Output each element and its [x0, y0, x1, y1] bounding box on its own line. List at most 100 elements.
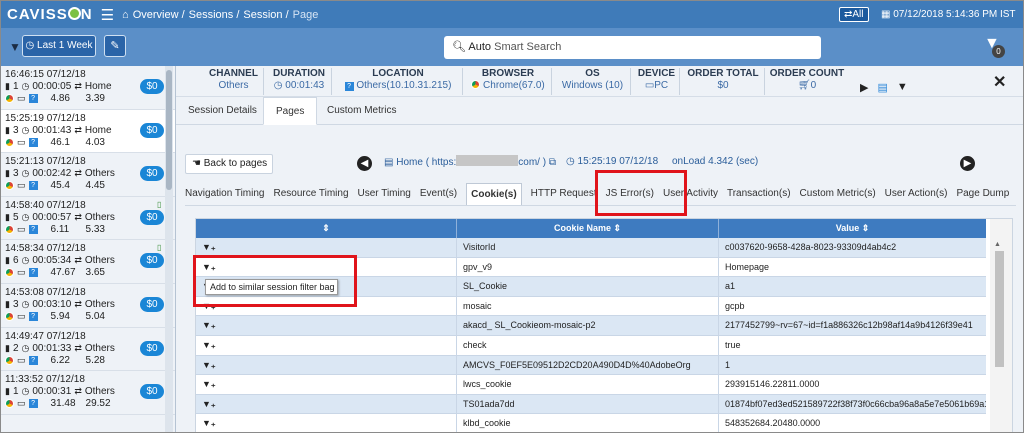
- tab-custom-metrics[interactable]: Custom Metrics: [315, 97, 408, 125]
- breadcrumb: ⌂ Overview / Sessions / Session / Page: [122, 9, 318, 21]
- previous-page-icon[interactable]: ◀: [357, 156, 372, 171]
- scroll-up-icon[interactable]: ▲: [994, 241, 1001, 248]
- back-to-pages-button[interactable]: ☚ Back to pages: [185, 154, 273, 174]
- period-button[interactable]: ◷ Last 1 Week: [22, 35, 96, 57]
- brand-logo: CAVISS N: [7, 6, 93, 23]
- tab-session-details[interactable]: Session Details: [176, 97, 269, 125]
- add-filter-icon[interactable]: ▼₊: [202, 379, 216, 389]
- order-badge[interactable]: $0: [140, 384, 164, 400]
- cookie-name-cell: akacd_ SL_Cookieom-mosaic-p2: [457, 316, 719, 336]
- cookie-name-cell: mosaic: [457, 296, 719, 317]
- hamburger-menu-icon[interactable]: ☰: [101, 6, 114, 24]
- subtab-user-timing[interactable]: User Timing: [358, 188, 411, 199]
- page-count: 1: [12, 81, 19, 92]
- chrome-icon: [5, 137, 14, 147]
- order-badge[interactable]: $0: [140, 166, 164, 182]
- grid-scrollbar[interactable]: ▲: [990, 219, 1012, 432]
- session-duration: 00:02:42: [32, 168, 72, 180]
- page-count-icon: ▮: [5, 168, 10, 179]
- metric-2: 3.39: [85, 93, 105, 104]
- order-badge[interactable]: $0: [140, 340, 164, 356]
- table-row: ▼₊ akacd_ SL_Cookieom-mosaic-p2 2177452799…: [196, 316, 986, 336]
- cookie-value-cell: a1: [725, 281, 736, 292]
- main-panel: CHANNEL Others DURATION ◷ 00:01:43 LOCATIO…: [176, 66, 1023, 432]
- filter-bag-icon[interactable]: ▼ 0: [984, 35, 1005, 58]
- all-button[interactable]: ⇄All: [839, 7, 869, 22]
- order-badge[interactable]: $0: [140, 253, 164, 269]
- subtab-js-error-s[interactable]: JS Error(s): [606, 188, 654, 199]
- entry-page: Others: [84, 298, 115, 310]
- session-list-item[interactable]: 14:58:34 07/12/18 ▮ 6 ◷ 00:05:34 ⇄ Others ▭? …: [1, 240, 175, 284]
- cookie-value-cell: 01874bf07ed3ed521589722f38f73f0c66cba96a…: [725, 398, 986, 409]
- session-list-item[interactable]: 14:53:08 07/12/18 ▮ 3 ◷ 00:03:10 ⇄ Others ▭? …: [1, 284, 175, 328]
- subtab-cookie-s[interactable]: Cookie(s): [466, 182, 522, 205]
- subtab-resource-timing[interactable]: Resource Timing: [273, 188, 348, 199]
- monitor-icon: ▭: [17, 180, 26, 191]
- metric-2: 5.28: [85, 354, 105, 366]
- subtab-user-activity[interactable]: User Activity: [663, 188, 718, 199]
- monitor-icon: ▭: [17, 398, 26, 409]
- tab-pages[interactable]: Pages: [263, 97, 318, 125]
- table-row: ▼₊ mosaic gcpb: [196, 296, 986, 317]
- breadcrumb-sessions[interactable]: Sessions /: [189, 9, 240, 21]
- page-count-icon: ▮: [5, 211, 10, 222]
- session-list-item[interactable]: 16:46:15 07/12/18 ▮ 1 ◷ 00:00:05 ⇄ Home ▭? 4.…: [1, 66, 175, 110]
- brand-o-icon: [67, 7, 81, 20]
- order-badge[interactable]: $0: [140, 79, 164, 94]
- add-filter-icon[interactable]: ▼₊: [202, 340, 216, 350]
- session-list-item[interactable]: 15:21:13 07/12/18 ▮ 3 ◷ 00:02:42 ⇄ Others ▭? …: [1, 153, 175, 197]
- cookie-name-cell: TS01ada7dd: [457, 394, 719, 415]
- metric-2: 5.04: [85, 310, 105, 322]
- breadcrumb-current: Page: [292, 8, 319, 21]
- subtab-transaction-s[interactable]: Transaction(s): [727, 188, 791, 199]
- add-filter-icon[interactable]: ▼₊: [202, 399, 216, 409]
- subtab-user-action-s[interactable]: User Action(s): [885, 188, 948, 199]
- col-header-cookie-name[interactable]: Cookie Name ⇕: [457, 219, 719, 238]
- table-row: ▼₊ VisitorId c0037620-9658-428a-8023-93309…: [196, 238, 986, 258]
- filter-icon[interactable]: ▼: [9, 40, 21, 54]
- subtab-http-request[interactable]: HTTP Request: [531, 188, 597, 199]
- col-header-action[interactable]: ⇕: [196, 219, 457, 238]
- play-icon[interactable]: ▶: [860, 81, 868, 94]
- subtab-navigation-timing[interactable]: Navigation Timing: [185, 188, 264, 199]
- session-list-item[interactable]: 14:49:47 07/12/18 ▮ 2 ◷ 00:01:33 ⇄ Others ▭? …: [1, 328, 175, 372]
- col-header-value[interactable]: Value ⇕: [719, 219, 986, 238]
- add-filter-icon[interactable]: ▼₊: [202, 262, 216, 272]
- subtab-page-dump[interactable]: Page Dump: [956, 188, 1009, 199]
- document-icon[interactable]: ▤: [877, 81, 887, 94]
- monitor-icon: ▭: [17, 267, 26, 278]
- metric-1: 31.48: [50, 398, 76, 410]
- question-icon: ?: [28, 137, 38, 147]
- session-list-item[interactable]: 11:33:52 07/12/18 ▮ 1 ◷ 00:00:31 ⇄ Others ▭? …: [1, 371, 175, 415]
- subtab-event-s[interactable]: Event(s): [420, 188, 457, 199]
- table-row: ▼₊ check true: [196, 336, 986, 356]
- subtab-custom-metric-s[interactable]: Custom Metric(s): [800, 188, 876, 199]
- order-badge[interactable]: $0: [140, 122, 164, 138]
- session-list-scrollbar[interactable]: [165, 66, 173, 432]
- close-icon[interactable]: ✕: [993, 72, 1006, 92]
- smart-search-input[interactable]: 🔍︎ Auto Smart Search: [444, 36, 821, 59]
- add-filter-icon[interactable]: ▼₊: [202, 301, 216, 311]
- breadcrumb-overview[interactable]: Overview /: [133, 9, 185, 21]
- add-filter-icon[interactable]: ▼₊: [202, 418, 216, 428]
- add-filter-icon[interactable]: ▼₊: [202, 242, 216, 252]
- add-filter-icon[interactable]: ▼₊: [202, 360, 216, 370]
- cookie-name-cell: lwcs_cookie: [457, 375, 719, 395]
- mobile-icon: ▯: [157, 199, 162, 209]
- session-list-item[interactable]: 14:58:40 07/12/18 ▮ 5 ◷ 00:00:57 ⇄ Others ▭? …: [1, 197, 175, 241]
- kpi-os: OS Windows (10): [555, 68, 631, 95]
- add-filter-icon[interactable]: ▼₊: [202, 320, 216, 330]
- next-page-icon[interactable]: ▶: [960, 156, 975, 171]
- kpi-browser: BROWSER Chrome(67.0): [465, 68, 552, 95]
- order-badge[interactable]: $0: [140, 296, 164, 312]
- chrome-icon: [5, 181, 14, 191]
- add-filter-icon[interactable]: ▼: [897, 81, 908, 94]
- breadcrumb-session[interactable]: Session /: [243, 9, 288, 21]
- clock-icon: ◷: [21, 124, 30, 135]
- copy-icon[interactable]: ⧉: [549, 157, 556, 168]
- edit-button[interactable]: ✎: [104, 35, 126, 57]
- metric-1: 47.67: [50, 267, 76, 279]
- session-list-item[interactable]: 15:25:19 07/12/18 ▮ 3 ◷ 00:01:43 ⇄ Home ▭? 46…: [1, 109, 175, 154]
- order-badge[interactable]: $0: [140, 209, 164, 225]
- cookie-name-cell: gpv_v9: [457, 257, 719, 278]
